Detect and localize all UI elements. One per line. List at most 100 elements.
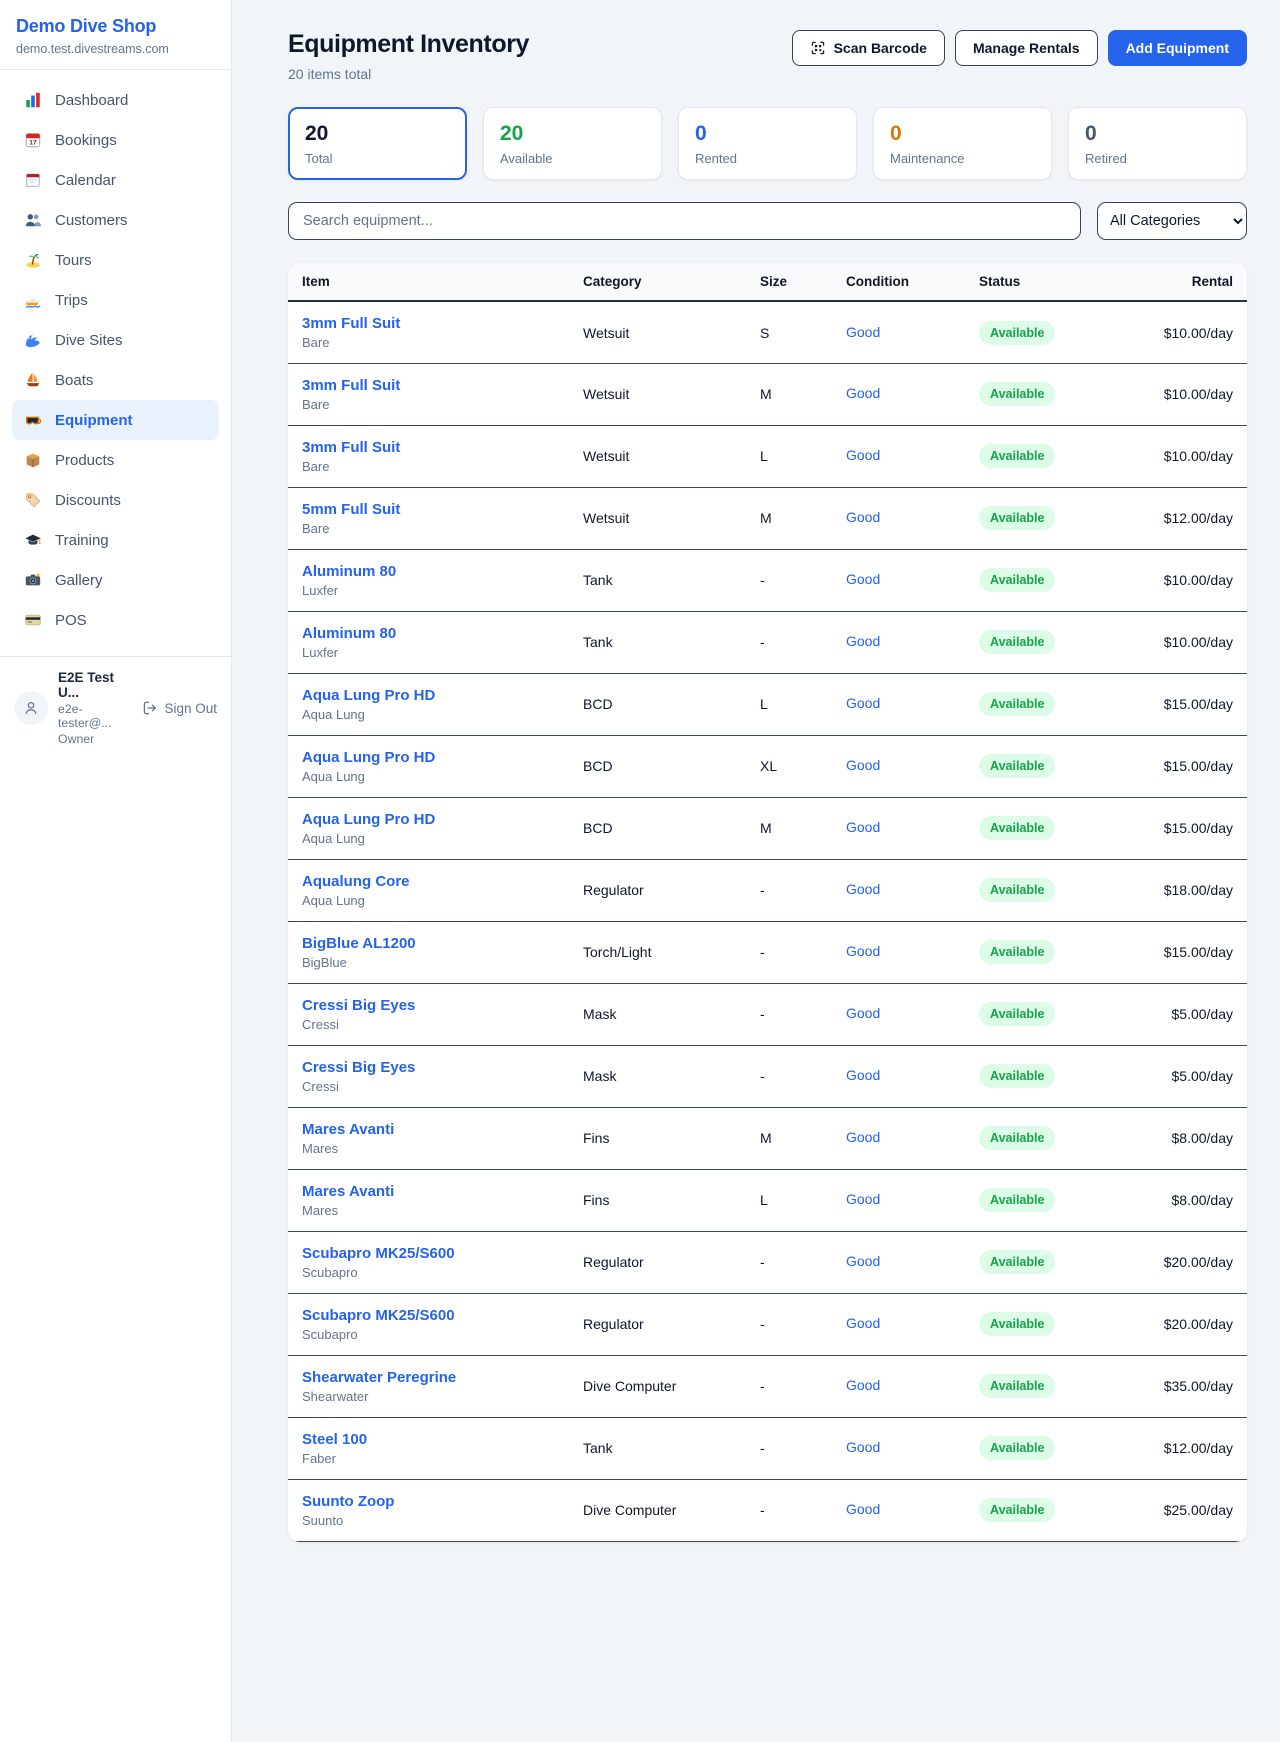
item-name-link[interactable]: 3mm Full Suit	[302, 315, 555, 332]
table-row: Aqualung CoreAqua LungRegulator-GoodAvai…	[288, 859, 1247, 921]
column-header-rental: Rental	[1105, 263, 1247, 301]
sidebar-item-gallery[interactable]: Gallery	[12, 560, 219, 600]
item-name-link[interactable]: Mares Avanti	[302, 1183, 555, 1200]
condition-link[interactable]: Good	[846, 1377, 880, 1393]
table-row: 3mm Full SuitBareWetsuitLGoodAvailable$1…	[288, 425, 1247, 487]
sidebar-item-equipment[interactable]: Equipment	[12, 400, 219, 440]
sidebar-item-products[interactable]: Products	[12, 440, 219, 480]
item-category: Tank	[569, 611, 746, 673]
item-category: Wetsuit	[569, 425, 746, 487]
status-badge: Available	[979, 1374, 1055, 1398]
item-name-link[interactable]: Scubapro MK25/S600	[302, 1307, 555, 1324]
person-icon	[22, 699, 40, 717]
stat-card-available[interactable]: 20Available	[483, 107, 662, 180]
item-category: Torch/Light	[569, 921, 746, 983]
condition-link[interactable]: Good	[846, 1005, 880, 1021]
sidebar-item-label: Dashboard	[55, 92, 128, 109]
condition-link[interactable]: Good	[846, 943, 880, 959]
condition-link[interactable]: Good	[846, 1191, 880, 1207]
manage-rentals-button[interactable]: Manage Rentals	[955, 30, 1098, 66]
item-name-link[interactable]: Cressi Big Eyes	[302, 1059, 555, 1076]
item-name-link[interactable]: Aqualung Core	[302, 873, 555, 890]
shop-domain: demo.test.divestreams.com	[16, 42, 215, 56]
sidebar-item-customers[interactable]: Customers	[12, 200, 219, 240]
item-brand: Luxfer	[302, 645, 555, 660]
item-name-link[interactable]: Aqua Lung Pro HD	[302, 687, 555, 704]
item-name-link[interactable]: Aqua Lung Pro HD	[302, 749, 555, 766]
item-name-link[interactable]: Aluminum 80	[302, 563, 555, 580]
sidebar-item-trips[interactable]: Trips	[12, 280, 219, 320]
item-name-link[interactable]: Suunto Zoop	[302, 1493, 555, 1510]
sidebar-item-tours[interactable]: Tours	[12, 240, 219, 280]
condition-link[interactable]: Good	[846, 509, 880, 525]
equipment-icon	[24, 411, 42, 429]
rental-rate: $10.00/day	[1105, 425, 1247, 487]
condition-link[interactable]: Good	[846, 385, 880, 401]
stat-card-maintenance[interactable]: 0Maintenance	[873, 107, 1052, 180]
item-name-link[interactable]: BigBlue AL1200	[302, 935, 555, 952]
stat-card-rented[interactable]: 0Rented	[678, 107, 857, 180]
sidebar-item-boats[interactable]: Boats	[12, 360, 219, 400]
user-name: E2E Test U...	[58, 670, 132, 700]
sidebar-item-bookings[interactable]: 17Bookings	[12, 120, 219, 160]
condition-link[interactable]: Good	[846, 571, 880, 587]
status-badge: Available	[979, 444, 1055, 468]
sidebar-item-pos[interactable]: POS	[12, 600, 219, 640]
sidebar-item-training[interactable]: Training	[12, 520, 219, 560]
item-name-link[interactable]: 3mm Full Suit	[302, 439, 555, 456]
search-input[interactable]	[288, 202, 1081, 240]
item-name-link[interactable]: Scubapro MK25/S600	[302, 1245, 555, 1262]
item-name-link[interactable]: Shearwater Peregrine	[302, 1369, 555, 1386]
condition-link[interactable]: Good	[846, 819, 880, 835]
table-row: Shearwater PeregrineShearwaterDive Compu…	[288, 1355, 1247, 1417]
rental-rate: $25.00/day	[1105, 1479, 1247, 1541]
status-badge: Available	[979, 568, 1055, 592]
item-name-link[interactable]: Cressi Big Eyes	[302, 997, 555, 1014]
table-row: Mares AvantiMaresFinsMGoodAvailable$8.00…	[288, 1107, 1247, 1169]
condition-link[interactable]: Good	[846, 1067, 880, 1083]
category-select[interactable]: All Categories	[1097, 202, 1247, 240]
condition-link[interactable]: Good	[846, 881, 880, 897]
table-row: Aqua Lung Pro HDAqua LungBCDMGoodAvailab…	[288, 797, 1247, 859]
table-row: Suunto ZoopSuuntoDive Computer-GoodAvail…	[288, 1479, 1247, 1541]
status-badge: Available	[979, 1250, 1055, 1274]
item-name-link[interactable]: Aqua Lung Pro HD	[302, 811, 555, 828]
condition-link[interactable]: Good	[846, 633, 880, 649]
shop-name[interactable]: Demo Dive Shop	[16, 16, 215, 37]
rental-rate: $20.00/day	[1105, 1293, 1247, 1355]
item-name-link[interactable]: 5mm Full Suit	[302, 501, 555, 518]
stat-card-retired[interactable]: 0Retired	[1068, 107, 1247, 180]
page-header-text: Equipment Inventory 20 items total	[288, 30, 529, 82]
sidebar-item-dashboard[interactable]: Dashboard	[12, 80, 219, 120]
condition-link[interactable]: Good	[846, 1129, 880, 1145]
item-category: Tank	[569, 1417, 746, 1479]
item-name-link[interactable]: 3mm Full Suit	[302, 377, 555, 394]
item-name-link[interactable]: Steel 100	[302, 1431, 555, 1448]
condition-link[interactable]: Good	[846, 324, 880, 340]
table-row: BigBlue AL1200BigBlueTorch/Light-GoodAva…	[288, 921, 1247, 983]
sign-out-button[interactable]: Sign Out	[142, 700, 217, 716]
item-name-link[interactable]: Aluminum 80	[302, 625, 555, 642]
condition-link[interactable]: Good	[846, 1253, 880, 1269]
condition-link[interactable]: Good	[846, 757, 880, 773]
sidebar-item-calendar[interactable]: Calendar	[12, 160, 219, 200]
condition-link[interactable]: Good	[846, 695, 880, 711]
equipment-table-card: Item Category Size Condition Status Rent…	[288, 263, 1247, 1542]
sidebar-item-discounts[interactable]: Discounts	[12, 480, 219, 520]
stat-card-total[interactable]: 20Total	[288, 107, 467, 180]
scan-barcode-label: Scan Barcode	[834, 40, 927, 56]
rental-rate: $20.00/day	[1105, 1231, 1247, 1293]
sidebar-item-dive-sites[interactable]: Dive Sites	[12, 320, 219, 360]
condition-link[interactable]: Good	[846, 1439, 880, 1455]
sidebar-item-label: Boats	[55, 372, 93, 389]
item-brand: Aqua Lung	[302, 893, 555, 908]
scan-barcode-button[interactable]: Scan Barcode	[792, 30, 945, 66]
condition-link[interactable]: Good	[846, 1501, 880, 1517]
table-row: Aluminum 80LuxferTank-GoodAvailable$10.0…	[288, 611, 1247, 673]
condition-link[interactable]: Good	[846, 1315, 880, 1331]
condition-link[interactable]: Good	[846, 447, 880, 463]
add-equipment-button[interactable]: Add Equipment	[1108, 30, 1247, 66]
table-row: Mares AvantiMaresFinsLGoodAvailable$8.00…	[288, 1169, 1247, 1231]
training-icon	[24, 531, 42, 549]
item-name-link[interactable]: Mares Avanti	[302, 1121, 555, 1138]
